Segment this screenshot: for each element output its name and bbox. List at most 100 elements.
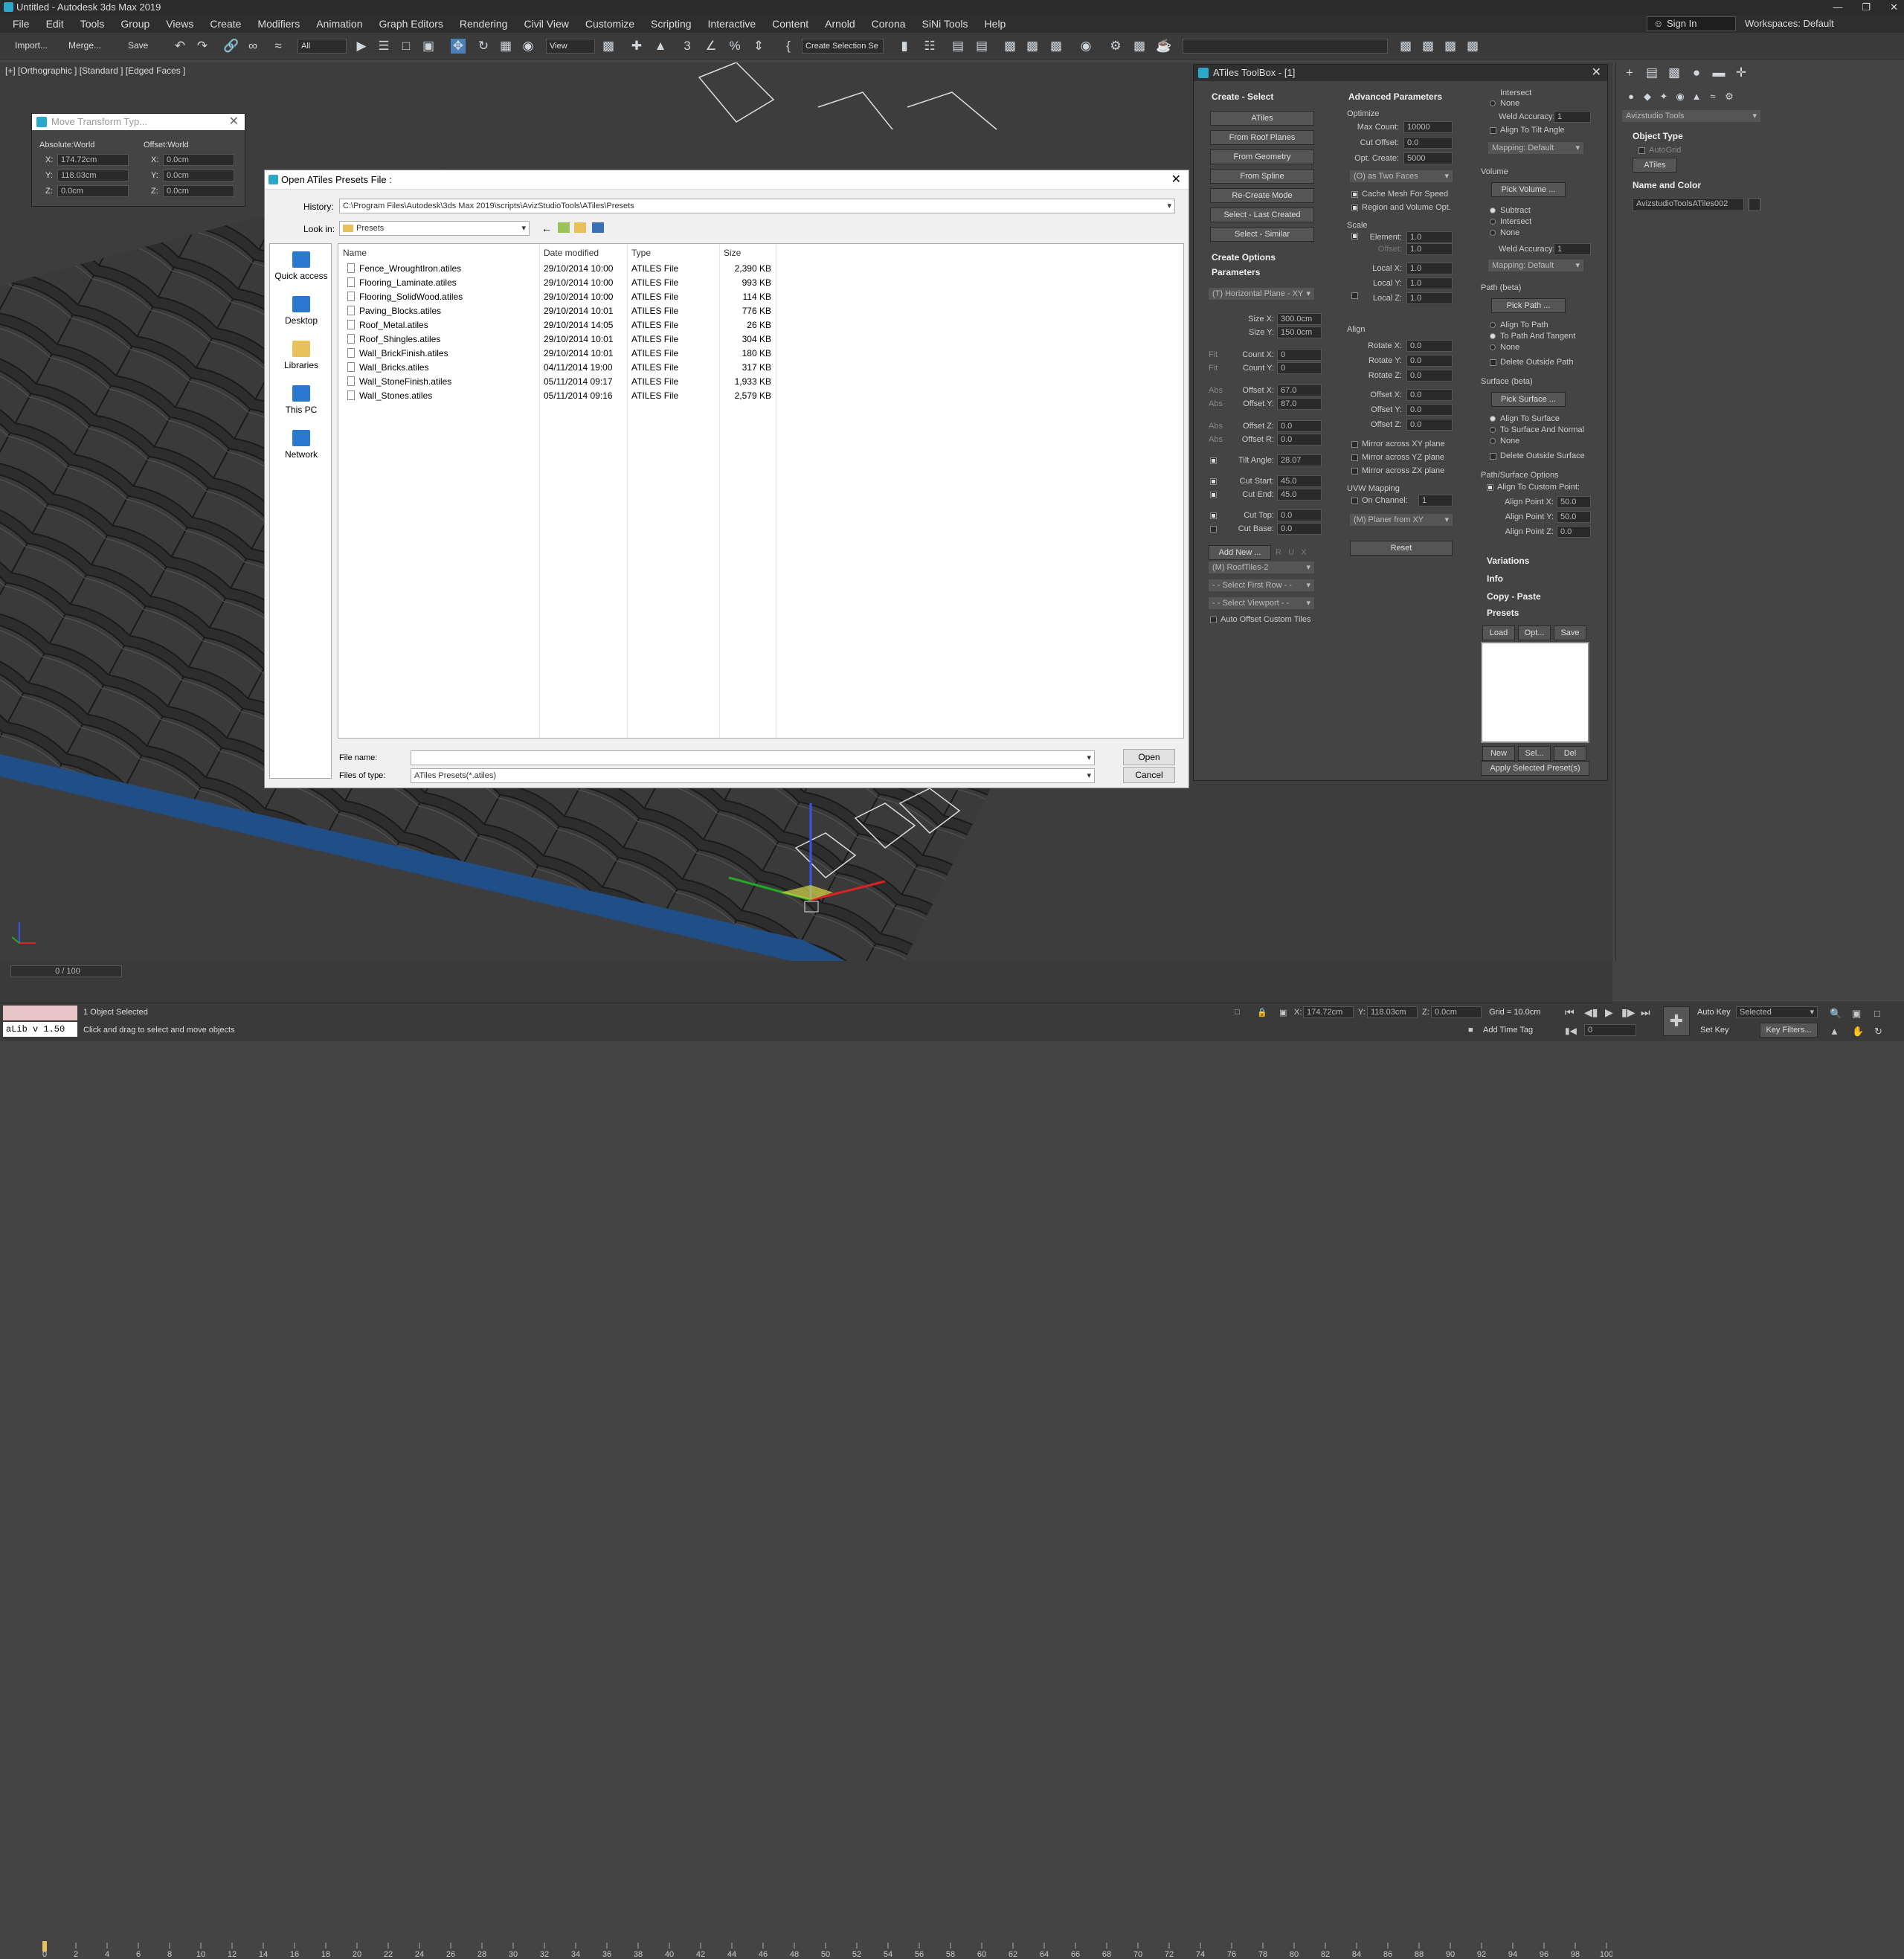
- motion-tab-icon[interactable]: ●: [1689, 65, 1704, 80]
- maximize-icon[interactable]: ❐: [1862, 0, 1871, 15]
- place-quick-access[interactable]: Quick access: [270, 251, 332, 281]
- orbit-icon[interactable]: ↻: [1874, 1026, 1882, 1038]
- redo-icon[interactable]: ↷: [195, 39, 210, 54]
- param-field[interactable]: 0.0: [1277, 523, 1322, 535]
- menu-help[interactable]: Help: [977, 18, 1014, 30]
- angle-snap-icon[interactable]: ∠: [704, 39, 718, 54]
- rotate-icon[interactable]: ↻: [476, 39, 491, 54]
- hierarchy-tab-icon[interactable]: ▩: [1667, 65, 1682, 80]
- weld-accuracy-field[interactable]: 1: [1554, 243, 1591, 255]
- offset-z-field[interactable]: 0.0cm: [163, 185, 234, 197]
- select-viewport-dropdown[interactable]: - - Select Viewport - - ▾: [1209, 597, 1314, 609]
- align-point-field[interactable]: 50.0: [1557, 511, 1591, 523]
- import-button[interactable]: Import...: [15, 38, 48, 53]
- previous-frame-icon[interactable]: ◀▮: [1584, 1006, 1598, 1019]
- zoom-extents-icon[interactable]: □: [1874, 1008, 1880, 1019]
- variations-rollout[interactable]: Variations: [1487, 556, 1529, 566]
- place-libraries[interactable]: Libraries: [270, 341, 332, 370]
- close-icon[interactable]: ✕: [229, 114, 239, 130]
- param-field[interactable]: 0: [1277, 362, 1322, 374]
- undo-icon[interactable]: ↶: [173, 39, 187, 54]
- modify-tab-icon[interactable]: ▤: [1644, 65, 1659, 80]
- percent-snap-icon[interactable]: %: [727, 39, 742, 54]
- surface-radio[interactable]: [1490, 438, 1496, 444]
- menu-content[interactable]: Content: [764, 18, 817, 30]
- presets-rollout[interactable]: Presets: [1487, 608, 1519, 618]
- window-crossing-icon[interactable]: ▣: [421, 39, 436, 54]
- mapping-dropdown[interactable]: Mapping: Default ▾: [1488, 142, 1583, 154]
- open-button[interactable]: Open: [1123, 749, 1175, 765]
- file-row[interactable]: Flooring_Laminate.atiles 29/10/2014 10:00…: [338, 276, 785, 290]
- toolbox-btn-select-similar[interactable]: Select - Similar: [1210, 227, 1314, 242]
- abs-x-field[interactable]: 174.72cm: [57, 154, 129, 166]
- planer-dropdown[interactable]: (M) Planer from XY ▾: [1350, 514, 1453, 526]
- align-offset-field[interactable]: 0.0: [1406, 419, 1453, 431]
- param-field[interactable]: 0.0: [1277, 509, 1322, 521]
- up-folder-icon[interactable]: [558, 222, 570, 233]
- close-icon[interactable]: ✕: [1890, 0, 1898, 15]
- advanced-field[interactable]: 0.0: [1403, 137, 1453, 149]
- category-dropdown[interactable]: Avizstudio Tools ▾: [1622, 110, 1760, 122]
- time-slider[interactable]: 0 / 100: [10, 965, 122, 977]
- lights-icon[interactable]: ✦: [1656, 89, 1671, 104]
- spinner-snap-icon[interactable]: ⇕: [751, 39, 766, 54]
- menu-rendering[interactable]: Rendering: [451, 18, 516, 30]
- cameras-icon[interactable]: ◉: [1673, 89, 1688, 104]
- transform-gizmo[interactable]: [707, 788, 892, 915]
- display-tab-icon[interactable]: ▬: [1711, 65, 1726, 80]
- file-row[interactable]: Paving_Blocks.atiles 29/10/2014 10:01 ATIL…: [338, 304, 785, 318]
- menu-views[interactable]: Views: [158, 18, 202, 30]
- save-button[interactable]: Save: [128, 38, 148, 53]
- auto-offset-checkbox[interactable]: [1210, 617, 1217, 623]
- absolute-mode-icon[interactable]: ▣: [1279, 1008, 1287, 1017]
- toolbox-btn-select-last-created[interactable]: Select - Last Created: [1210, 208, 1314, 222]
- apply-presets-button[interactable]: Apply Selected Preset(s): [1481, 761, 1589, 776]
- menu-animation[interactable]: Animation: [308, 18, 370, 30]
- mirror-checkbox[interactable]: [1351, 454, 1358, 461]
- select-by-name-icon[interactable]: ☰: [376, 39, 391, 54]
- key-set-dropdown[interactable]: Selected ▾: [1736, 1006, 1818, 1018]
- close-icon[interactable]: ✕: [1592, 65, 1601, 81]
- isolate-icon[interactable]: □: [1235, 1008, 1240, 1017]
- file-row[interactable]: Wall_StoneFinish.atiles 05/11/2014 09:17 A…: [338, 375, 785, 389]
- plane-dropdown[interactable]: (T) Horizontal Plane - XY ▾: [1209, 288, 1314, 300]
- column-name-header[interactable]: Name: [343, 248, 367, 258]
- zoom-all-icon[interactable]: ▣: [1852, 1008, 1861, 1020]
- advanced-field[interactable]: 5000: [1403, 152, 1453, 164]
- sini-tools-icon[interactable]: ▩: [1398, 39, 1413, 54]
- delete-outside-surface-checkbox[interactable]: [1490, 453, 1496, 460]
- weld-accuracy-field[interactable]: 1: [1554, 111, 1591, 123]
- rectangular-region-icon[interactable]: □: [399, 39, 414, 54]
- local-field[interactable]: 1.0: [1406, 277, 1453, 289]
- autogrid-checkbox[interactable]: [1638, 147, 1645, 154]
- cut-end-checkbox[interactable]: [1210, 492, 1217, 498]
- param-field[interactable]: 0.0: [1277, 434, 1322, 445]
- param-field[interactable]: 150.0cm: [1277, 326, 1322, 338]
- param-field[interactable]: 45.0: [1277, 489, 1322, 501]
- load-preset-button[interactable]: Load: [1482, 625, 1515, 640]
- create-tab-icon[interactable]: +: [1622, 65, 1637, 80]
- file-row[interactable]: Wall_Stones.atiles 05/11/2014 09:16 ATILES…: [338, 389, 785, 403]
- close-icon[interactable]: ✕: [1171, 170, 1181, 190]
- snap-toggle-icon[interactable]: 3: [680, 39, 695, 54]
- geometry-icon[interactable]: ●: [1624, 89, 1638, 104]
- selection-filter-dropdown[interactable]: All: [298, 39, 347, 54]
- column-date-header[interactable]: Date modified: [544, 248, 599, 258]
- mirror-checkbox[interactable]: [1351, 441, 1358, 448]
- toolbox-btn-re-create-mode[interactable]: Re-Create Mode: [1210, 188, 1314, 203]
- align-offset-field[interactable]: 0.0: [1406, 389, 1453, 401]
- align-custom-point-checkbox[interactable]: [1487, 484, 1493, 491]
- preset-options-button[interactable]: Opt...: [1518, 625, 1551, 640]
- sign-in-dropdown[interactable]: ☺ Sign In: [1647, 16, 1736, 31]
- pan-icon[interactable]: ✋: [1852, 1026, 1864, 1038]
- key-filters-button[interactable]: Key Filters...: [1760, 1023, 1818, 1038]
- zoom-icon[interactable]: 🔍: [1830, 1008, 1842, 1020]
- menu-modifiers[interactable]: Modifiers: [249, 18, 308, 30]
- new-folder-icon[interactable]: [574, 222, 586, 233]
- menu-civil-view[interactable]: Civil View: [515, 18, 576, 30]
- render-setup-icon[interactable]: ⚙: [1108, 39, 1123, 54]
- reference-coordinate-dropdown[interactable]: View: [546, 39, 595, 54]
- play-icon[interactable]: ▶: [1605, 1006, 1613, 1019]
- cache-mesh-checkbox[interactable]: [1351, 191, 1358, 198]
- create-options-rollout[interactable]: Create Options: [1212, 252, 1276, 263]
